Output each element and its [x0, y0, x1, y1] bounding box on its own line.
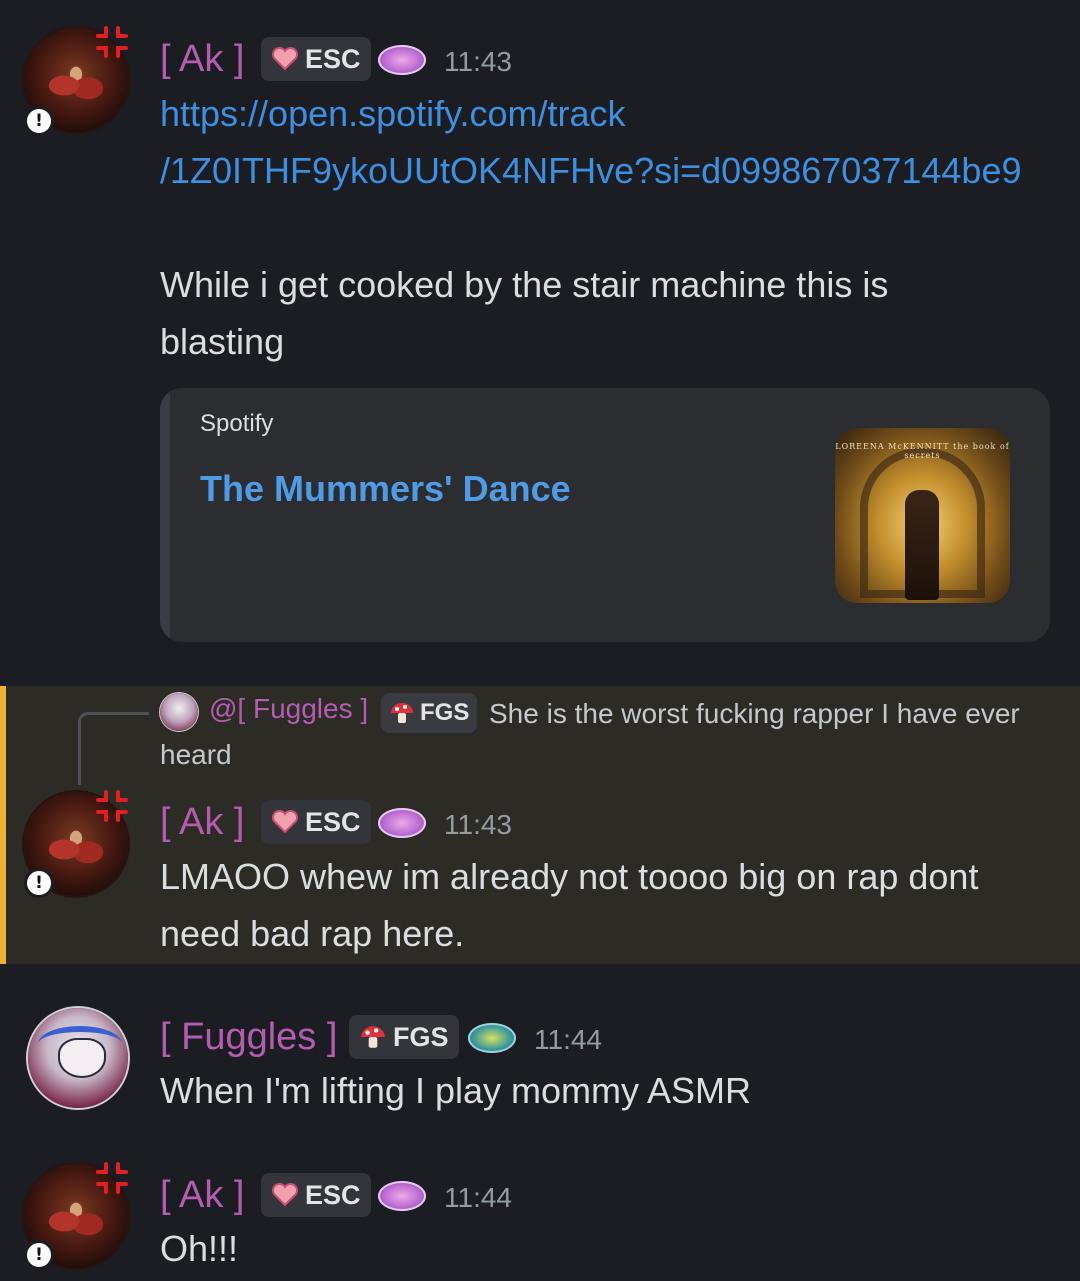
spotify-link[interactable]: https://open.spotify.com/track	[160, 85, 626, 142]
message-text: While i get cooked by the stair machine …	[160, 264, 889, 305]
guild-tag[interactable]: ESC	[261, 1173, 371, 1217]
guild-tag[interactable]: FGS	[349, 1015, 459, 1059]
heart-icon	[271, 1183, 299, 1207]
timestamp: 11:44	[534, 1024, 602, 1055]
status-badge: !	[24, 1240, 54, 1270]
guild-tag[interactable]: ESC	[261, 800, 371, 844]
mushroom-icon	[359, 1024, 387, 1050]
server-emblem-icon	[378, 45, 426, 75]
heart-icon	[271, 810, 299, 834]
username[interactable]: [ Ak ]	[160, 1174, 244, 1217]
spotify-embed[interactable]: Spotify The Mummers' Dance LOREENA McKEN…	[160, 388, 1050, 642]
message-text: Oh!!!	[160, 1228, 239, 1269]
reply-username[interactable]: @[ Fuggles ]	[209, 693, 368, 725]
tag-label: ESC	[305, 806, 361, 837]
reply-tag-label: FGS	[420, 699, 470, 726]
anger-icon	[96, 790, 128, 822]
username[interactable]: [ Ak ]	[160, 38, 244, 81]
message-text: When I'm lifting I play mommy ASMR	[160, 1070, 752, 1111]
timestamp: 11:43	[444, 809, 512, 840]
reply-guild-tag[interactable]: FGS	[381, 693, 478, 733]
guild-tag[interactable]: ESC	[261, 37, 371, 81]
status-badge: !	[24, 868, 54, 898]
tag-label: ESC	[305, 1179, 361, 1210]
timestamp: 11:43	[444, 46, 512, 77]
timestamp: 11:44	[444, 1182, 512, 1213]
username[interactable]: [ Ak ]	[160, 801, 244, 844]
tag-label: ESC	[305, 43, 361, 74]
message-text-cont: need bad rap here.	[160, 913, 465, 954]
album-cover[interactable]: LOREENA McKENNITT the book of secrets	[835, 428, 1010, 603]
heart-icon	[271, 47, 299, 71]
anger-icon	[96, 26, 128, 58]
embed-provider[interactable]: Spotify	[200, 410, 273, 438]
spotify-link-cont[interactable]: /1Z0ITHF9ykoUUtOK4NFHve?si=d099867037144…	[160, 142, 1022, 199]
status-badge: !	[24, 106, 54, 136]
cover-text: LOREENA McKENNITT the book of secrets	[835, 442, 1010, 460]
cover-figure	[905, 490, 939, 600]
anger-icon	[96, 1162, 128, 1194]
server-emblem-icon	[468, 1023, 516, 1053]
server-emblem-icon	[378, 1181, 426, 1211]
embed-title[interactable]: The Mummers' Dance	[200, 468, 571, 510]
mushroom-icon	[389, 701, 415, 725]
server-emblem-icon	[378, 808, 426, 838]
avatar[interactable]	[28, 1008, 128, 1108]
username[interactable]: [ Fuggles ]	[160, 1016, 337, 1059]
reply-connector	[78, 712, 149, 785]
embed-accent-bar	[160, 388, 170, 642]
tag-label: FGS	[393, 1021, 449, 1052]
message-text: LMAOO whew im already not toooo big on r…	[160, 856, 979, 897]
message-text-cont: blasting	[160, 321, 285, 362]
